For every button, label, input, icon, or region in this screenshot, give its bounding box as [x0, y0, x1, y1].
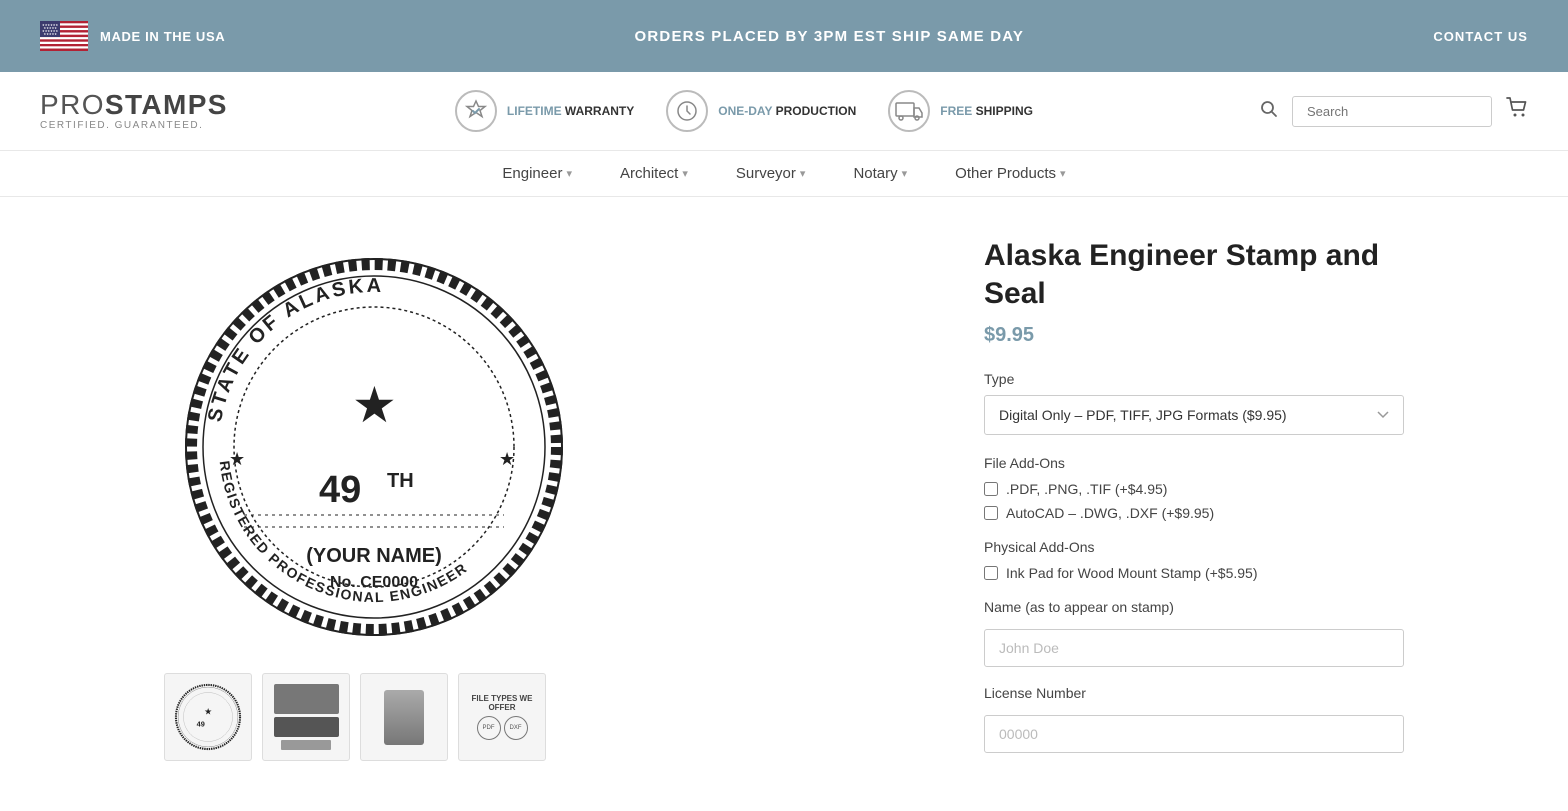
- header: PRO STAMPS CERTIFIED. GUARANTEED. LIFETI…: [0, 72, 1568, 151]
- physical-addon-inkpad-checkbox[interactable]: [984, 566, 998, 580]
- nav-notary[interactable]: Notary ▾: [853, 165, 907, 182]
- contact-us-link[interactable]: CONTACT US: [1433, 29, 1528, 44]
- svg-text:★: ★: [204, 706, 212, 716]
- product-thumbnails: ★ 49 FILE TYPES WE: [164, 673, 924, 761]
- lifetime-warranty-badge: LIFETIME WARRANTY: [455, 90, 634, 132]
- free-shipping-badge: FREE SHIPPING: [888, 90, 1033, 132]
- made-in-usa-section: ★★★★★★ ★★★★★ ★★★★★★ ★★★★★ MADE IN THE US…: [40, 21, 225, 51]
- product-price: $9.95: [984, 324, 1404, 347]
- physical-addon-inkpad-label: Ink Pad for Wood Mount Stamp (+$5.95): [1006, 565, 1258, 581]
- product-title: Alaska Engineer Stamp and Seal: [984, 237, 1404, 312]
- warranty-text: LIFETIME WARRANTY: [507, 103, 634, 120]
- chevron-down-icon: ▾: [1060, 167, 1066, 180]
- license-input[interactable]: [984, 715, 1404, 753]
- svg-text:TH: TH: [387, 470, 414, 492]
- svg-text:49: 49: [319, 469, 361, 511]
- logo-stamps: STAMPS: [105, 91, 228, 119]
- file-addon-pdf: .PDF, .PNG, .TIF (+$4.95): [984, 481, 1404, 497]
- nav-surveyor[interactable]: Surveyor ▾: [736, 165, 806, 182]
- name-input[interactable]: [984, 629, 1404, 667]
- file-addon-pdf-checkbox[interactable]: [984, 482, 998, 496]
- search-input[interactable]: [1292, 96, 1492, 127]
- made-in-usa-text: MADE IN THE USA: [100, 29, 225, 44]
- one-day-production-badge: ONE-DAY PRODUCTION: [666, 90, 856, 132]
- name-field-section: Name (as to appear on stamp): [984, 599, 1404, 667]
- thumbnail-3[interactable]: [360, 673, 448, 761]
- svg-text:(YOUR NAME): (YOUR NAME): [306, 545, 442, 567]
- file-addons-section: File Add-Ons .PDF, .PNG, .TIF (+$4.95) A…: [984, 455, 1404, 521]
- chevron-down-icon: ▾: [566, 167, 572, 180]
- production-text: ONE-DAY PRODUCTION: [718, 103, 856, 120]
- thumbnail-4[interactable]: FILE TYPES WE OFFER PDF DXF: [458, 673, 546, 761]
- nav-engineer[interactable]: Engineer ▾: [502, 165, 572, 182]
- chevron-down-icon: ▾: [800, 167, 806, 180]
- svg-text:★: ★: [499, 449, 515, 469]
- license-field-section: License Number: [984, 685, 1404, 753]
- nav-architect[interactable]: Architect ▾: [620, 165, 688, 182]
- file-addon-autocad-checkbox[interactable]: [984, 506, 998, 520]
- svg-text:49: 49: [197, 720, 205, 729]
- header-right: [1260, 96, 1528, 127]
- production-icon: [666, 90, 708, 132]
- type-select[interactable]: Digital Only – PDF, TIFF, JPG Formats ($…: [984, 395, 1404, 435]
- shipping-icon: [888, 90, 930, 132]
- stamp-image: STATE OF ALASKA ★ ★ ★ 49 TH (YOUR NAME) …: [164, 237, 584, 657]
- svg-text:★★★★★: ★★★★★: [44, 32, 58, 36]
- logo-sub: CERTIFIED. GUARANTEED.: [40, 121, 228, 131]
- thumbnail-1[interactable]: ★ 49: [164, 673, 252, 761]
- us-flag-icon: ★★★★★★ ★★★★★ ★★★★★★ ★★★★★: [40, 21, 88, 51]
- file-addons-label: File Add-Ons: [984, 455, 1404, 471]
- main-content: STATE OF ALASKA ★ ★ ★ 49 TH (YOUR NAME) …: [84, 197, 1484, 811]
- thumbnail-2[interactable]: [262, 673, 350, 761]
- chevron-down-icon: ▾: [902, 167, 908, 180]
- physical-addons-section: Physical Add-Ons Ink Pad for Wood Mount …: [984, 539, 1404, 581]
- stamp-svg: STATE OF ALASKA ★ ★ ★ 49 TH (YOUR NAME) …: [174, 247, 574, 647]
- name-field-label: Name (as to appear on stamp): [984, 599, 1404, 615]
- top-banner: ★★★★★★ ★★★★★ ★★★★★★ ★★★★★ MADE IN THE US…: [0, 0, 1568, 72]
- nav-other-products[interactable]: Other Products ▾: [955, 165, 1065, 182]
- promo-text: ORDERS PLACED BY 3PM EST SHIP SAME DAY: [635, 28, 1025, 45]
- product-details: Alaska Engineer Stamp and Seal $9.95 Typ…: [984, 237, 1404, 771]
- file-addon-autocad-label: AutoCAD – .DWG, .DXF (+$9.95): [1006, 505, 1214, 521]
- license-field-label: License Number: [984, 685, 1404, 701]
- logo-pro: PRO: [40, 91, 105, 119]
- header-badges: LIFETIME WARRANTY ONE-DAY PRODUCTION: [455, 90, 1033, 132]
- chevron-down-icon: ▾: [682, 167, 688, 180]
- file-addon-autocad: AutoCAD – .DWG, .DXF (+$9.95): [984, 505, 1404, 521]
- file-addon-pdf-label: .PDF, .PNG, .TIF (+$4.95): [1006, 481, 1167, 497]
- type-label: Type: [984, 371, 1404, 387]
- svg-text:★: ★: [352, 377, 397, 433]
- product-image-section: STATE OF ALASKA ★ ★ ★ 49 TH (YOUR NAME) …: [164, 237, 924, 771]
- shipping-text: FREE SHIPPING: [940, 103, 1033, 120]
- cart-icon[interactable]: [1506, 97, 1528, 125]
- warranty-icon: [455, 90, 497, 132]
- logo[interactable]: PRO STAMPS CERTIFIED. GUARANTEED.: [40, 91, 228, 131]
- main-nav: Engineer ▾ Architect ▾ Surveyor ▾ Notary…: [0, 151, 1568, 197]
- search-icon-button[interactable]: [1260, 100, 1278, 123]
- physical-addons-label: Physical Add-Ons: [984, 539, 1404, 555]
- physical-addon-inkpad: Ink Pad for Wood Mount Stamp (+$5.95): [984, 565, 1404, 581]
